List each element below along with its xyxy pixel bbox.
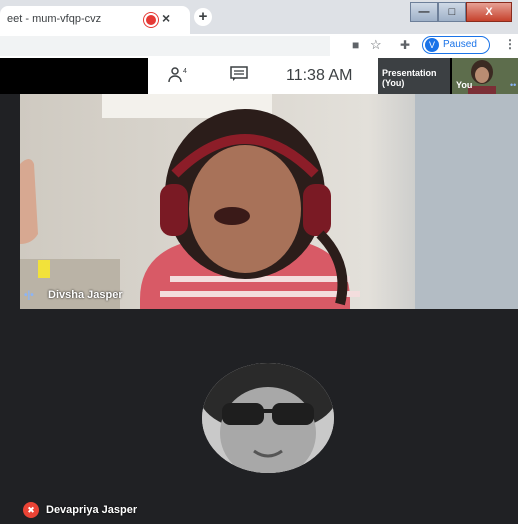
maximize-button[interactable]: □ — [438, 2, 466, 22]
meet-controls: 4 11:38 AM — [148, 58, 378, 94]
presentation-label: Presentation (You) — [382, 68, 437, 88]
self-label: You — [456, 80, 473, 90]
more-icon[interactable]: ⋮ — [504, 37, 516, 51]
browser-toolbar: ■ ☆ ✚ V Paused ⋮ — [0, 34, 518, 59]
participant-avatar — [202, 363, 334, 473]
svg-text:4: 4 — [183, 68, 187, 75]
people-icon[interactable]: 4 — [168, 66, 188, 89]
extensions-icon[interactable]: ✚ — [400, 38, 410, 52]
mic-off-icon: ✖ — [23, 502, 39, 518]
profile-avatar: V — [425, 38, 439, 52]
meet-top-bar: 4 11:38 AM Presentation(You) You •• ✖ — [0, 58, 518, 149]
tab-close-button[interactable]: × — [162, 10, 170, 26]
close-window-button[interactable]: X — [466, 2, 512, 22]
tab-title: eet - mum-vfqp-cvz — [7, 13, 102, 25]
meeting-clock: 11:38 AM — [286, 67, 353, 84]
browser-tab-bar: eet - mum-vfqp-cvz × + — □ X — [0, 0, 518, 34]
participant-video-frame — [20, 94, 518, 309]
second-participant-tile[interactable]: ✖ Devapriya Jasper — [20, 309, 518, 524]
address-bar[interactable] — [0, 36, 330, 56]
participant-name: Devapriya Jasper — [46, 504, 138, 516]
star-icon[interactable]: ☆ — [370, 37, 382, 53]
new-tab-button[interactable]: + — [194, 8, 212, 26]
audio-level-icon: •|• — [24, 290, 34, 301]
profile-button[interactable]: V Paused — [422, 36, 490, 54]
camera-icon[interactable]: ■ — [352, 38, 359, 52]
presentation-tile[interactable]: Presentation (You) — [378, 58, 450, 94]
audio-level-icon: •• — [510, 80, 517, 90]
avatar-photo — [202, 363, 334, 473]
profile-status: Paused — [443, 39, 477, 50]
minimize-button[interactable]: — — [410, 2, 438, 22]
browser-tab[interactable]: eet - mum-vfqp-cvz × — [0, 6, 190, 34]
window-controls: — □ X — [410, 2, 512, 22]
main-participant-video[interactable]: •|• Divsha Jasper — [20, 94, 518, 309]
self-video-tile[interactable]: You •• — [452, 58, 518, 94]
chat-icon[interactable] — [230, 66, 248, 87]
record-icon — [146, 15, 156, 25]
participant-name: Divsha Jasper — [48, 289, 123, 301]
